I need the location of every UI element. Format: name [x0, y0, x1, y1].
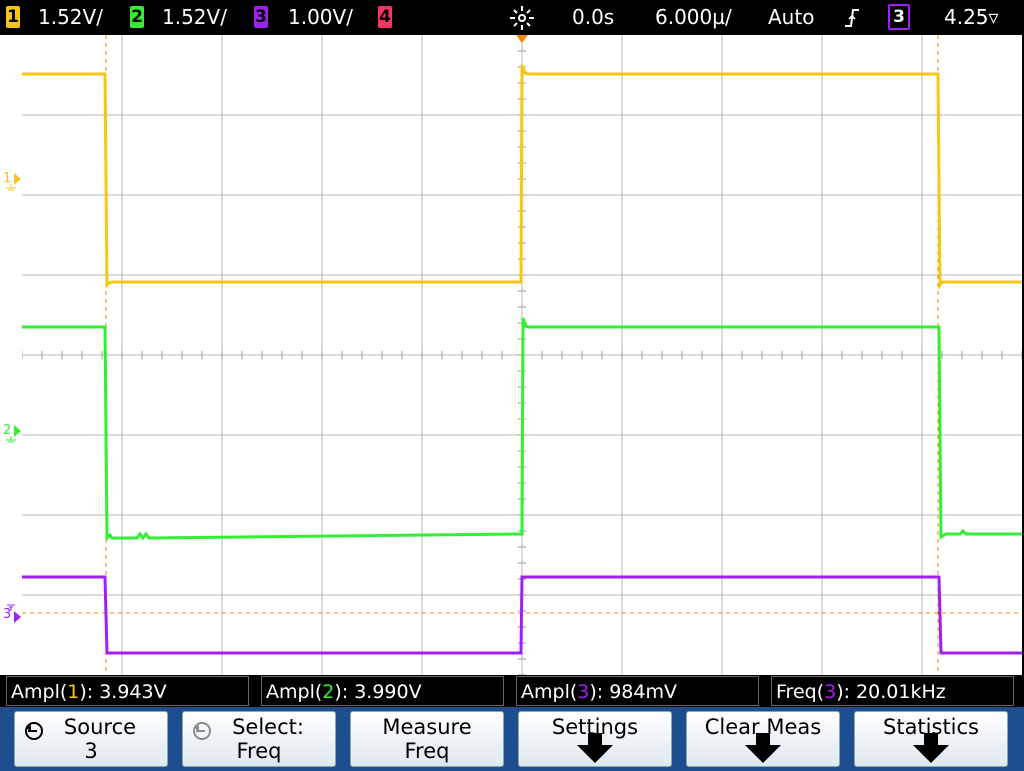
measurement-4-channel: 3 — [824, 681, 837, 703]
trigger-mode: Auto — [768, 5, 815, 29]
channel-3-ground-marker[interactable]: 3 — [2, 603, 22, 625]
status-bar: 1 1.52V/ 2 1.52V/ 3 1.00V/ 4 0.0s 6.000µ… — [0, 0, 1024, 35]
channel-3-badge[interactable]: 3 — [254, 6, 268, 28]
channel-1-ground-marker[interactable]: 1 — [2, 171, 22, 193]
statistics-softkey[interactable]: Statistics — [854, 711, 1008, 767]
measurement-1-channel: 1 — [67, 681, 80, 703]
measurement-4-prefix: Freq( — [776, 681, 825, 703]
channel-1-scale: 1.52V/ — [38, 5, 103, 29]
measure-softkey[interactable]: Measure Freq — [350, 711, 504, 767]
waveform-display[interactable] — [21, 34, 1023, 676]
channel-2-scale: 1.52V/ — [162, 5, 227, 29]
submenu-arrow-icon — [913, 733, 949, 763]
graticule-and-traces — [21, 34, 1023, 676]
source-softkey-value: 3 — [84, 739, 98, 763]
measurement-2-prefix: Ampl( — [266, 681, 323, 703]
channel-2-trace — [22, 317, 1022, 542]
channel-3-trace — [22, 575, 1022, 655]
measurement-3-prefix: Ampl( — [521, 681, 578, 703]
channel-marker-strip: 1 2 3 — [0, 35, 22, 675]
channel-2-badge[interactable]: 2 — [130, 6, 144, 28]
channel-4-badge[interactable]: 4 — [378, 6, 392, 28]
timebase-scale: 6.000µ/ — [655, 5, 732, 29]
measurement-1-value: ): 3.943V — [79, 681, 167, 703]
select-softkey[interactable]: Select: Freq — [182, 711, 336, 767]
channel-1-badge[interactable]: 1 — [6, 6, 20, 28]
channel-1-trace — [22, 64, 1022, 290]
channel-3-scale: 1.00V/ — [288, 5, 353, 29]
measurement-1: Ampl(1): 3.943V — [6, 676, 249, 706]
measurement-2-channel: 2 — [322, 681, 335, 703]
channel-2-ground-marker[interactable]: 2 — [2, 423, 22, 445]
measurement-2: Ampl(2): 3.990V — [261, 676, 504, 706]
measure-softkey-label: Measure — [382, 715, 472, 739]
clear-meas-softkey[interactable]: Clear Meas — [686, 711, 840, 767]
softkey-bar: Source 3 Select: Freq Measure Freq Setti… — [0, 707, 1024, 771]
measurement-3-value: ): 984mV — [589, 681, 677, 703]
select-softkey-label: Select: — [232, 715, 304, 739]
select-softkey-value: Freq — [236, 739, 282, 763]
measurement-4-value: ): 20.01kHz — [836, 681, 946, 703]
measurement-3: Ampl(3): 984mV — [516, 676, 759, 706]
measurement-3-channel: 3 — [577, 681, 590, 703]
trigger-position-marker — [516, 35, 528, 43]
horizontal-delay: 0.0s — [572, 5, 615, 29]
trigger-source-badge[interactable]: 3 — [888, 4, 910, 30]
measurement-4: Freq(3): 20.01kHz — [771, 676, 1014, 706]
source-softkey[interactable]: Source 3 — [14, 711, 168, 767]
measurement-2-value: ): 3.990V — [334, 681, 422, 703]
submenu-arrow-icon — [745, 733, 781, 763]
submenu-arrow-icon — [577, 733, 613, 763]
trigger-level: 4.25▿ — [944, 5, 999, 29]
measurement-1-prefix: Ampl( — [11, 681, 68, 703]
delay-icon — [508, 4, 536, 32]
source-softkey-label: Source — [63, 715, 137, 739]
settings-softkey[interactable]: Settings — [518, 711, 672, 767]
rising-edge-icon — [844, 7, 860, 29]
measure-softkey-value: Freq — [404, 739, 450, 763]
